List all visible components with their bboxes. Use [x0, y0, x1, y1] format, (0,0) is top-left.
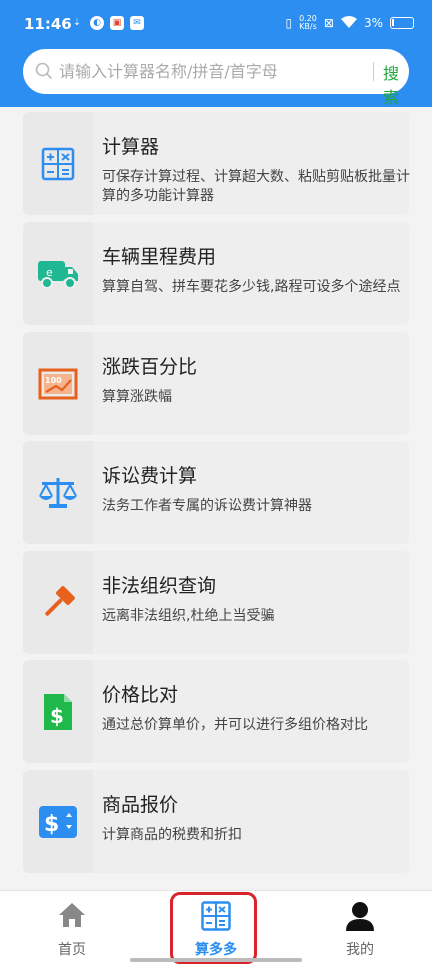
svg-text:$: $ [44, 812, 59, 837]
tool-description: 可保存计算过程、计算超大数、粘贴剪贴板批量计算的多功能计算器 [102, 169, 410, 204]
app-header: 11:46 ⇣ ◐ ▣ ✉ ▯ 0.20 KB/s ⊠ 3% 搜索 [0, 0, 432, 107]
search-divider [373, 62, 374, 81]
home-indicator [130, 958, 302, 962]
tool-title: 诉讼费计算 [102, 465, 198, 487]
dollar-tag-icon: $ [39, 805, 77, 838]
search-bar: 搜索 [23, 49, 409, 107]
search-button[interactable]: 搜索 [383, 60, 409, 108]
user-icon [346, 902, 374, 931]
tool-title: 非法组织查询 [102, 575, 217, 597]
notification-icons: ⇣ ◐ ▣ ✉ [70, 16, 144, 30]
tool-title: 涨跌百分比 [102, 356, 198, 378]
tool-card-change-percent[interactable]: 100 涨跌百分比 算算涨跌幅 [23, 332, 409, 435]
tool-card-illegal-org-query[interactable]: 非法组织查询 远离非法组织,杜绝上当受骗 [23, 551, 409, 654]
app-notification-icon: ◐ [90, 16, 104, 30]
tool-description: 算算自驾、拼车要花多少钱,路程可设多个途经点 [102, 279, 401, 295]
wifi-icon [340, 15, 357, 31]
search-input[interactable] [59, 57, 349, 85]
price-doc-icon: $ [44, 693, 72, 730]
svg-text:100: 100 [45, 376, 62, 385]
tab-home[interactable]: 首页 [12, 891, 132, 964]
tool-description: 通过总价算单价，并可以进行多组价格对比 [102, 717, 368, 733]
status-time: 11:46 [24, 15, 72, 33]
download-icon: ⇣ [73, 18, 81, 28]
status-bar: 11:46 ⇣ ◐ ▣ ✉ ▯ 0.20 KB/s ⊠ 3% [0, 0, 432, 46]
app-badge-icon: ▣ [110, 16, 124, 30]
tool-card-price-compare[interactable]: $ 价格比对 通过总价算单价，并可以进行多组价格对比 [23, 660, 409, 763]
tool-card-litigation-fee[interactable]: 诉讼费计算 法务工作者专属的诉讼费计算神器 [23, 441, 409, 544]
tool-title: 车辆里程费用 [102, 246, 217, 268]
search-icon [35, 62, 53, 80]
battery-icon [390, 17, 414, 29]
calculator-icon [41, 147, 75, 180]
tab-profile[interactable]: 我的 [300, 891, 420, 964]
tool-description: 计算商品的税费和折扣 [102, 827, 242, 843]
tool-title: 计算器 [102, 136, 160, 158]
truck-icon: e [38, 260, 78, 289]
system-icons: ▯ 0.20 KB/s ⊠ 3% [285, 15, 414, 31]
tab-label: 首页 [58, 942, 86, 958]
tool-description: 法务工作者专属的诉讼费计算神器 [102, 498, 312, 514]
tool-description: 远离非法组织,杜绝上当受骗 [102, 608, 275, 624]
tool-description: 算算涨跌幅 [102, 389, 172, 405]
network-speed: 0.20 KB/s [299, 14, 317, 31]
tool-card-calculator[interactable]: 计算器 可保存计算过程、计算超大数、粘贴剪贴板批量计算的多功能计算器 [23, 112, 410, 215]
vibrate-icon: ▯ [285, 16, 293, 30]
home-icon [59, 903, 85, 927]
scales-icon [39, 477, 77, 508]
message-icon: ✉ [130, 16, 144, 30]
tool-title: 价格比对 [102, 684, 179, 706]
sim-off-icon: ⊠ [323, 16, 334, 30]
tool-title: 商品报价 [102, 794, 179, 816]
highlight-ring [170, 892, 257, 964]
svg-text:$: $ [50, 704, 64, 728]
battery-percent: 3% [363, 16, 383, 30]
percent-chart-icon: 100 [38, 368, 78, 399]
tool-card-product-quote[interactable]: $ 商品报价 计算商品的税费和折扣 [23, 770, 409, 873]
tab-label: 我的 [346, 942, 374, 958]
tool-card-vehicle-cost[interactable]: e 车辆里程费用 算算自驾、拼车要花多少钱,路程可设多个途经点 [23, 222, 409, 325]
svg-text:e: e [46, 266, 53, 279]
gavel-icon [45, 585, 75, 616]
